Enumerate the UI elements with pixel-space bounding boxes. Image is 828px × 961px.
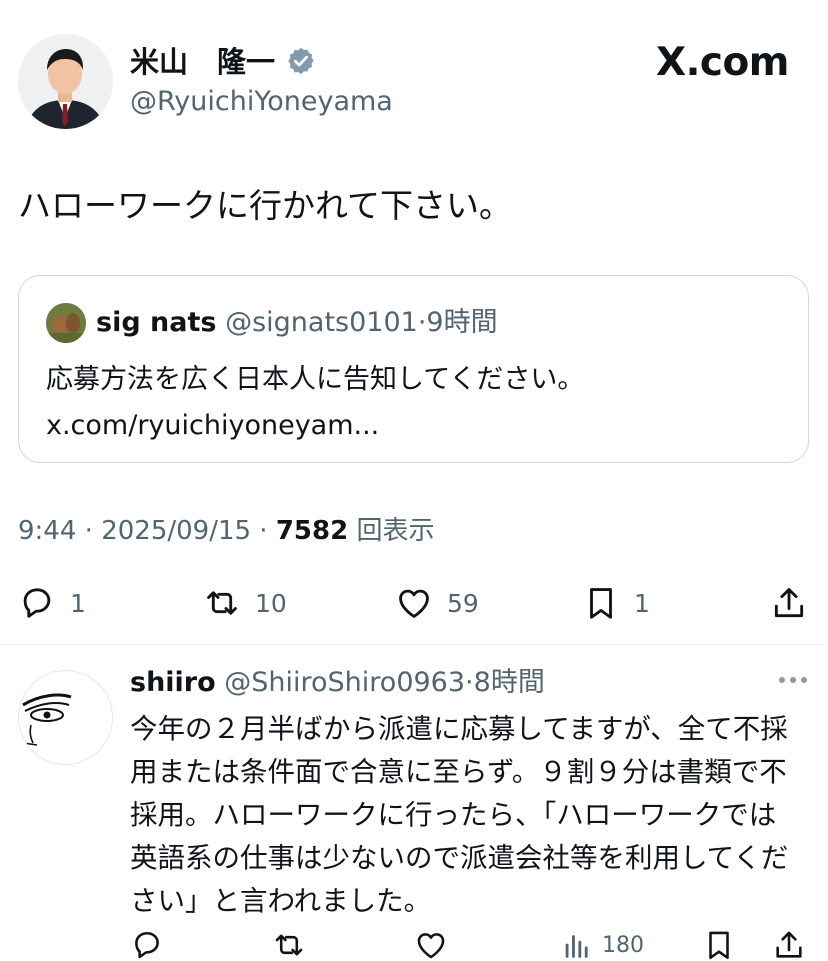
reply-header: shiiro @ShiiroShiro0963·8時間	[130, 666, 545, 700]
reply-author-avatar[interactable]	[18, 670, 113, 765]
dot-separator: ·	[465, 667, 474, 698]
tweet-date[interactable]: 2025/09/15	[101, 516, 251, 546]
bookmark-button[interactable]: 1	[582, 583, 650, 623]
reply-icon	[23, 588, 51, 618]
more-options-icon[interactable]	[776, 670, 810, 690]
reply-author-name[interactable]: shiiro	[130, 667, 216, 698]
like-count: 59	[447, 588, 479, 618]
analytics-icon	[565, 935, 588, 958]
bookmark-icon	[590, 588, 612, 619]
tweet-time[interactable]: 9:44	[18, 516, 76, 546]
reply-icon	[135, 931, 159, 959]
reply-views-count: 180	[602, 932, 644, 958]
reply-repost-button[interactable]	[272, 926, 306, 961]
view-label: 回表示	[356, 516, 435, 546]
quoted-tweet-header: sig nats @signats0101·9時間	[96, 306, 498, 340]
x-com-logo: X.com	[656, 40, 789, 85]
repost-icon	[275, 934, 303, 956]
reply-author-sketch	[19, 671, 112, 764]
heart-icon	[417, 933, 445, 959]
reply-bookmark-button[interactable]	[702, 926, 736, 961]
like-button[interactable]: 59	[395, 583, 479, 623]
reply-button[interactable]: 1	[18, 583, 86, 623]
share-icon	[776, 931, 802, 958]
reply-like-button[interactable]	[414, 926, 448, 961]
quoted-author-photo	[46, 303, 86, 343]
reply-time[interactable]: 8時間	[474, 667, 545, 698]
bookmark-count: 1	[634, 588, 650, 618]
quoted-author-avatar[interactable]	[46, 303, 86, 343]
verified-badge-icon	[288, 47, 314, 75]
quoted-author-handle[interactable]: @signats0101	[225, 307, 418, 338]
author-handle[interactable]: @RyuichiYoneyama	[130, 86, 393, 118]
reply-text: 今年の２月半ばから派遣に応募してますが、全て不採用または条件面で合意に至らず。９…	[130, 713, 789, 917]
repost-count: 10	[255, 588, 287, 618]
reply-author-handle[interactable]: @ShiiroShiro0963	[224, 667, 465, 698]
reply-share-button[interactable]	[772, 926, 806, 961]
quoted-tweet-text: 応募方法を広く日本人に告知してください。 x.com/ryuichiyoneya…	[46, 364, 585, 441]
divider	[0, 644, 828, 645]
author-name[interactable]: 米山 隆一	[130, 44, 275, 80]
heart-icon	[399, 589, 429, 618]
reply-count: 1	[70, 588, 86, 618]
repost-button[interactable]: 10	[203, 583, 287, 623]
view-count: 7582	[275, 516, 349, 546]
author-avatar[interactable]	[18, 34, 113, 129]
author-photo	[18, 34, 113, 129]
repost-icon	[207, 591, 237, 615]
reply-reply-button[interactable]	[130, 926, 164, 961]
reply-views-button[interactable]: 180	[560, 926, 644, 961]
tweet-meta: 9:44 · 2025/09/15 · 7582 回表示	[18, 516, 435, 546]
share-button[interactable]	[770, 583, 808, 623]
tweet-text: ハローワークに行かれて下さい。	[18, 186, 513, 225]
quoted-time[interactable]: 9時間	[426, 307, 497, 338]
bookmark-icon	[709, 931, 729, 960]
quoted-author-name[interactable]: sig nats	[96, 307, 216, 338]
share-icon	[774, 588, 804, 618]
